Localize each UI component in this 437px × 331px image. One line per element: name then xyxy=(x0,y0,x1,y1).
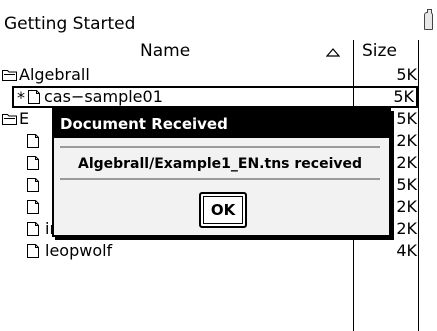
file-size: 2K xyxy=(396,197,417,216)
file-size: 5K xyxy=(396,109,417,128)
file-size: 4K xyxy=(396,241,417,260)
file-size: 2K xyxy=(396,131,417,150)
file-name: leopwolf xyxy=(45,241,113,260)
document-icon xyxy=(27,134,39,148)
dialog-message: Algebrall/Example1_EN.tns received xyxy=(77,156,363,172)
dialog-message-box: Algebrall/Example1_EN.tns received xyxy=(60,146,380,180)
file-size: 5K xyxy=(393,87,414,106)
document-icon xyxy=(27,156,39,170)
ok-button[interactable]: OK xyxy=(199,192,247,228)
file-list-row[interactable]: Algebrall 5K xyxy=(0,64,425,86)
file-size: 2K xyxy=(396,219,417,238)
sort-ascending-icon[interactable] xyxy=(326,48,340,57)
column-header-size[interactable]: Size xyxy=(362,41,397,61)
file-size: 5K xyxy=(396,65,417,84)
file-list-row-selected[interactable]: * cas−sample01 5K xyxy=(12,86,418,108)
document-icon xyxy=(27,200,39,214)
folder-icon xyxy=(2,70,17,81)
document-title: Getting Started xyxy=(4,14,136,34)
file-size: 2K xyxy=(396,153,417,172)
dialog-title: Document Received xyxy=(54,110,389,138)
folder-icon xyxy=(2,114,17,125)
file-name: cas−sample01 xyxy=(44,87,163,106)
document-icon xyxy=(27,222,39,236)
title-bar: Getting Started xyxy=(0,0,437,38)
file-name: Algebrall xyxy=(19,65,90,84)
document-received-dialog: Document Received Algebrall/Example1_EN.… xyxy=(52,108,391,237)
document-icon xyxy=(27,178,39,192)
column-header-name[interactable]: Name xyxy=(140,41,190,61)
battery-icon xyxy=(424,9,433,30)
document-icon xyxy=(28,90,40,104)
file-list-row[interactable]: leopwolf 4K xyxy=(0,240,425,262)
unsaved-marker: * xyxy=(17,88,25,107)
document-icon xyxy=(27,244,39,258)
file-size: 5K xyxy=(396,175,417,194)
file-name: E xyxy=(19,109,30,128)
file-browser-screen: Getting Started Name Size Algebrall 5K *… xyxy=(0,0,437,331)
column-header: Name Size xyxy=(0,38,425,62)
